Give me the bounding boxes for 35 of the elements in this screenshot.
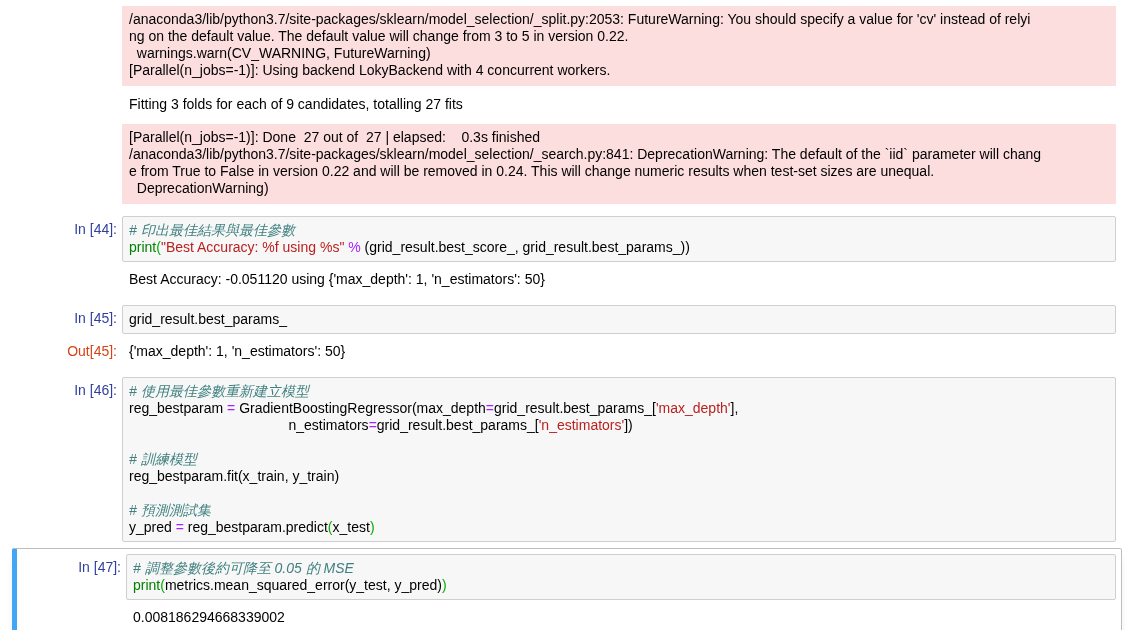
input-prompt: In [44]: xyxy=(74,221,117,237)
output-line: 0.008186294668339002 xyxy=(133,609,285,626)
code-line: reg_bestparam.fit(x_train, y_train) xyxy=(129,468,340,485)
code-line: grid_result.best_params_ xyxy=(129,311,287,328)
code-line: # 印出最佳結果與最佳參數 xyxy=(129,222,295,239)
output-line: [Parallel(n_jobs=-1)]: Using backend LokyBackend with 4 concurrent workers. xyxy=(129,62,611,79)
code-line: # 使用最佳參數重新建立模型 xyxy=(129,383,309,400)
input-prompt: In [45]: xyxy=(74,310,117,326)
code-line: # 調整參數後約可降至 0.05 的 MSE xyxy=(133,560,354,577)
output-line: /anaconda3/lib/python3.7/site-packages/sklearn/model_selection/_split.py:2053: FutureWarning: You should specify a value for 'cv' instead of relyi xyxy=(129,11,1031,28)
output-line: e from True to False in version 0.22 and will be removed in 0.24. This will change numeric results when test-set sizes are unequal. xyxy=(129,163,935,180)
output-line: [Parallel(n_jobs=-1)]: Done 27 out of 27 | elapsed: 0.3s finished xyxy=(129,129,541,146)
output-line: ng on the default value. The default value will change from 3 to 5 in version 0.22. xyxy=(129,28,629,45)
code-line: reg_bestparam = GradientBoostingRegressor(max_depth=grid_result.best_params_['max_depth'], xyxy=(129,400,739,417)
code-line: n_estimators=grid_result.best_params_['n_estimators']) xyxy=(287,417,633,434)
output-prompt: Out[45]: xyxy=(67,343,117,359)
code-line: print(metrics.mean_squared_error(y_test, y_pred)) xyxy=(133,577,447,594)
input-prompt: In [47]: xyxy=(78,559,121,575)
code-line: # 訓練模型 xyxy=(129,451,197,468)
output-line: warnings.warn(CV_WARNING, FutureWarning) xyxy=(135,45,431,62)
code-line: # 預測測試集 xyxy=(129,502,211,519)
selected-cell[interactable]: In [47]: # 調整參數後約可降至 0.05 的 MSE print(metrics.mean_squared_error(y_test, y_pred)) 0.008186294668339002 xyxy=(12,548,1122,630)
code-line: print("Best Accuracy: %f using %s" % (grid_result.best_score_, grid_result.best_params_)) xyxy=(129,239,690,256)
output-line: Best Accuracy: -0.051120 using {'max_depth': 1, 'n_estimators': 50} xyxy=(129,271,545,288)
input-prompt: In [46]: xyxy=(74,382,117,398)
code-editor[interactable] xyxy=(122,377,1116,542)
notebook-cell[interactable]: In [45]: grid_result.best_params_ Out[45]: {'max_depth': 1, 'n_estimators': 50} xyxy=(12,299,1122,371)
output-line: /anaconda3/lib/python3.7/site-packages/sklearn/model_selection/_search.py:841: DeprecationWarning: The default of the `iid` parameter will chang xyxy=(129,146,1042,163)
output-line: {'max_depth': 1, 'n_estimators': 50} xyxy=(129,343,346,360)
code-editor[interactable]: grid_result.best_params_ xyxy=(122,305,1116,334)
code-editor[interactable]: # 調整參數後約可降至 0.05 的 MSE print(metrics.mean_squared_error(y_test, y_pred)) xyxy=(126,554,1116,600)
code-editor[interactable]: # 印出最佳結果與最佳參數 print("Best Accuracy: %f using %s" % (grid_result.best_score_, grid_result.best_params_)) xyxy=(122,216,1116,262)
code-line: y_pred = reg_bestparam.predict(x_test) xyxy=(129,519,375,536)
output-line: Fitting 3 folds for each of 9 candidates, totalling 27 fits xyxy=(129,96,463,113)
output-line: DeprecationWarning) xyxy=(135,180,269,197)
